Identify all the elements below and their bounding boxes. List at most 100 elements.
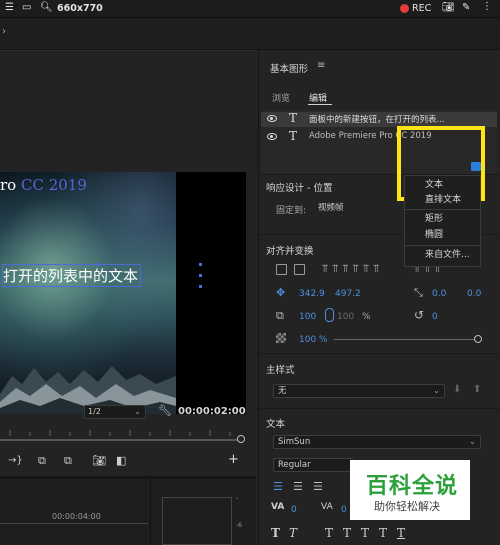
zoom-select[interactable]: 1/2 ⌄: [84, 405, 146, 419]
pin-select[interactable]: 视频帧: [313, 201, 403, 215]
align-left-icon[interactable]: ☰: [273, 480, 283, 493]
timeline-panel: 00:00:04:00 - -6: [0, 479, 256, 545]
scale-unit: %: [362, 312, 371, 322]
preview-text-line2[interactable]: 打开的列表中的文本: [2, 264, 142, 287]
position-y[interactable]: 497.2: [335, 289, 361, 299]
menu-item-vertical-text[interactable]: 直排文本: [405, 193, 482, 208]
opacity-knob[interactable]: [474, 335, 482, 343]
tracking-icon: VA: [271, 502, 285, 512]
scale-width[interactable]: 100: [299, 312, 316, 322]
tab-edit[interactable]: 编辑: [309, 91, 327, 104]
eye-icon[interactable]: [267, 133, 277, 140]
new-layer-menu: 文本 直排文本 矩形 椭圆 来自文件...: [404, 175, 481, 267]
rotation-value[interactable]: 0: [432, 312, 438, 322]
subscript-icon[interactable]: T: [379, 526, 387, 540]
watermark-title: 百科全说: [366, 474, 459, 499]
opacity-value[interactable]: 100 %: [299, 335, 328, 345]
selection-handle[interactable]: [199, 285, 202, 288]
arrow-down-icon[interactable]: ⬇: [453, 384, 461, 395]
responsive-title: 响应设计 - 位置: [266, 183, 333, 194]
camera-icon[interactable]: 📷︎: [442, 2, 455, 13]
font-style-select[interactable]: Regular: [273, 458, 353, 472]
rotation-icon: ↺: [414, 308, 425, 322]
anchor-y[interactable]: 0.0: [467, 289, 481, 299]
panel-divider: [150, 479, 151, 545]
align-vertical-center-icon[interactable]: [276, 264, 287, 275]
text-layer-icon: T: [289, 129, 298, 143]
search-icon[interactable]: 🔍︎: [40, 2, 53, 13]
selection-handle[interactable]: [96, 263, 99, 266]
menu-item-ellipse[interactable]: 椭圆: [405, 228, 482, 243]
tab-underline: [308, 104, 332, 105]
layer-label: 面板中的新建按钮，在打开的列表...: [309, 115, 445, 125]
timecode[interactable]: 00:00:02:00: [178, 406, 246, 417]
record-icon[interactable]: [400, 4, 409, 13]
preview-title-suffix: CC 2019: [20, 176, 87, 194]
lift-icon[interactable]: ⧉: [38, 454, 46, 468]
align-center-icon[interactable]: ☰: [293, 480, 303, 493]
window-size-label: 660x770: [57, 3, 103, 14]
chevron-down-icon: ⌄: [432, 386, 440, 396]
video-frame[interactable]: ro CC 2019 打开的列表中的文本: [0, 172, 246, 414]
faux-italic-icon[interactable]: T: [289, 526, 297, 540]
go-to-out-icon[interactable]: →}: [8, 455, 23, 466]
align-right-icon[interactable]: ☰: [313, 480, 323, 493]
comparison-view-icon[interactable]: ◧: [116, 454, 126, 467]
more-icon[interactable]: ⋮: [482, 1, 492, 12]
layer-item[interactable]: T 面板中的新建按钮，在打开的列表...: [261, 111, 497, 127]
eye-icon[interactable]: [267, 115, 277, 122]
link-icon[interactable]: [325, 308, 334, 322]
scrub-bar[interactable]: [0, 439, 240, 441]
chevron-down-icon: ⌄: [468, 437, 476, 447]
font-value: SimSun: [278, 437, 311, 447]
ruler-line: [0, 523, 148, 524]
panel-title: 基本图形: [270, 64, 309, 75]
text-section-title: 文本: [266, 419, 286, 430]
preview-text-line1[interactable]: ro CC 2019: [0, 176, 87, 194]
tab-browse[interactable]: 浏览: [272, 91, 290, 104]
menu-icon[interactable]: ☰: [5, 2, 14, 13]
menu-item-rectangle[interactable]: 矩形: [405, 212, 482, 227]
faux-bold-icon[interactable]: T: [271, 526, 280, 540]
position-x[interactable]: 342.9: [299, 289, 325, 299]
master-style-select[interactable]: 无 ⌄: [273, 384, 445, 398]
selection-handle[interactable]: [199, 263, 202, 266]
align-buttons-icon[interactable]: ⫪⫪⫪⫪⫪⫪: [322, 262, 383, 276]
chevron-right-icon[interactable]: ›: [2, 26, 6, 37]
arrow-up-icon[interactable]: ⬆: [473, 384, 481, 395]
scale-height[interactable]: 100: [337, 312, 354, 322]
underline-icon[interactable]: T: [397, 526, 405, 540]
opacity-slider[interactable]: [334, 339, 479, 340]
menu-divider: [405, 245, 480, 246]
system-bar: ☰ ▭ 🔍︎ 660x770 REC 📷︎ ✎ ⋮: [0, 0, 500, 18]
ruler-time: 00:00:04:00: [52, 512, 101, 521]
master-style-title: 主样式: [266, 365, 295, 376]
selection-handle[interactable]: [199, 274, 202, 277]
meter-tick: -6: [236, 522, 242, 529]
align-horizontal-center-icon[interactable]: [294, 264, 305, 275]
panel-menu-icon[interactable]: ≡: [317, 60, 325, 71]
superscript-icon[interactable]: T: [361, 526, 369, 540]
kerning-value[interactable]: 0: [341, 505, 347, 515]
pen-icon[interactable]: ✎: [462, 2, 470, 13]
tracking-value[interactable]: 0: [291, 505, 297, 515]
anchor-x[interactable]: 0.0: [432, 289, 446, 299]
master-style-value: 无: [278, 386, 287, 396]
wrench-icon[interactable]: 🔧︎: [158, 404, 172, 417]
app-header: ›: [0, 18, 500, 50]
opacity-icon: [276, 333, 286, 343]
menu-item-from-file[interactable]: 来自文件...: [405, 248, 482, 263]
window-icon[interactable]: ▭: [22, 2, 31, 13]
menu-item-text[interactable]: 文本: [405, 178, 482, 193]
watermark-subtitle: 助你轻松解决: [374, 500, 440, 513]
small-caps-icon[interactable]: T: [343, 526, 351, 540]
menu-divider: [405, 209, 480, 210]
add-button-icon[interactable]: +: [228, 452, 239, 467]
export-frame-icon[interactable]: 📷︎: [92, 454, 106, 467]
all-caps-icon[interactable]: T: [325, 526, 333, 540]
extract-icon[interactable]: ⧉: [64, 454, 72, 468]
scrub-end-knob[interactable]: [237, 435, 245, 443]
record-label[interactable]: REC: [412, 3, 431, 14]
zoom-value: 1/2: [88, 407, 101, 416]
font-select[interactable]: SimSun ⌄: [273, 435, 481, 449]
